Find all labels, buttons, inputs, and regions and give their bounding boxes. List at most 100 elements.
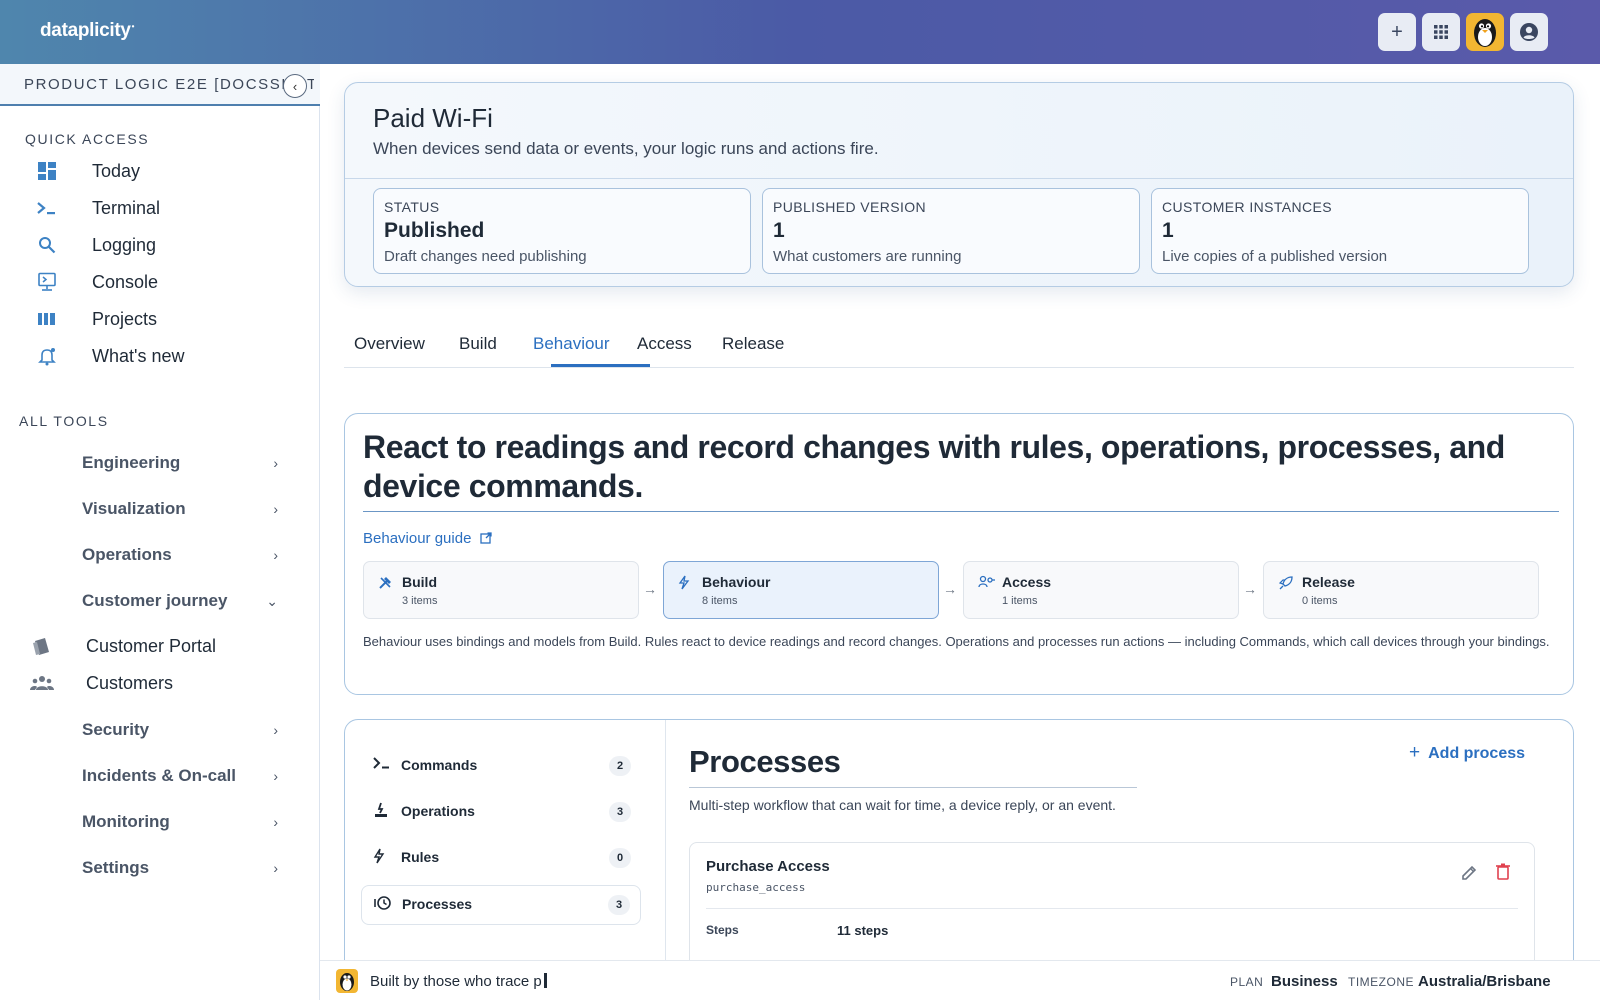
nav-label: Commands	[401, 757, 478, 773]
sidebar-item-console[interactable]: Console	[36, 267, 296, 297]
nav-rules[interactable]: Rules 0	[361, 839, 641, 879]
chevron-right-icon: ›	[273, 455, 278, 471]
step-title: Build	[402, 574, 437, 590]
chevron-right-icon: ›	[273, 768, 278, 784]
step-count: 1 items	[1002, 595, 1038, 607]
sidebar-group-visualization[interactable]: Visualization ›	[82, 494, 282, 524]
process-name: Purchase Access	[706, 858, 830, 875]
stat-description: What customers are running	[773, 248, 962, 265]
sidebar-group-label: Security	[82, 720, 150, 739]
sidebar-item-label: Terminal	[92, 197, 161, 218]
stat-published-version: PUBLISHED VERSION 1 What customers are r…	[762, 188, 1140, 274]
divider	[689, 787, 1137, 788]
add-process-button[interactable]: + Add process	[1409, 742, 1525, 764]
sidebar-item-customer-portal[interactable]: Customer Portal	[30, 631, 290, 661]
collapse-sidebar-button[interactable]: ‹	[283, 74, 307, 98]
step-release[interactable]: Release 0 items	[1263, 561, 1539, 619]
sidebar-group-label: Operations	[82, 545, 172, 564]
org-name: PRODUCT LOGIC E2E [DOCSSHOTS]	[24, 76, 314, 93]
nav-label: Rules	[401, 849, 440, 865]
stat-value: 1	[773, 219, 785, 242]
project-summary-card: Paid Wi-Fi When devices send data or eve…	[344, 82, 1574, 287]
sidebar-item-logging[interactable]: Logging	[36, 230, 296, 260]
step-build[interactable]: Build 3 items	[363, 561, 639, 619]
timezone-value: Australia/Brisbane	[1418, 973, 1551, 990]
guide-note: Behaviour uses bindings and models from …	[363, 634, 1550, 649]
stat-status: STATUS Published Draft changes need publ…	[373, 188, 751, 274]
process-code: purchase_access	[706, 881, 806, 894]
behaviour-guide-link[interactable]: Behaviour guide	[363, 530, 492, 547]
sidebar-group-label: Visualization	[82, 499, 186, 518]
sidebar-item-label: Customers	[86, 672, 174, 693]
org-selector[interactable]: PRODUCT LOGIC E2E [DOCSSHOTS] ‹	[0, 64, 320, 106]
sidebar-group-monitoring[interactable]: Monitoring ›	[82, 807, 282, 837]
bolt-icon	[678, 575, 690, 594]
tab-bar: Overview Build Behaviour Access Release	[344, 326, 1574, 368]
sidebar-group-settings[interactable]: Settings ›	[82, 853, 282, 883]
tab-behaviour[interactable]: Behaviour	[533, 334, 610, 354]
sidebar-item-customers[interactable]: Customers	[30, 668, 290, 698]
nav-commands[interactable]: Commands 2	[361, 747, 641, 787]
apps-button[interactable]	[1422, 13, 1460, 51]
nav-operations[interactable]: Operations 3	[361, 793, 641, 833]
chevron-right-icon: ›	[273, 501, 278, 517]
org-avatar-button[interactable]	[1466, 13, 1504, 51]
dashboard-icon	[36, 160, 58, 182]
operations-icon	[373, 802, 389, 823]
link-label: Behaviour guide	[363, 530, 472, 547]
sidebar-item-whats-new[interactable]: What's new	[36, 341, 296, 371]
active-tab-indicator	[551, 364, 650, 367]
terminal-icon	[36, 197, 58, 219]
tab-access[interactable]: Access	[637, 334, 692, 354]
steps-value: 11 steps	[837, 923, 889, 938]
sidebar-group-label: Settings	[82, 858, 150, 877]
arrow-right-icon: →	[643, 581, 657, 597]
rocket-icon	[1278, 575, 1294, 595]
chevron-right-icon: ›	[273, 722, 278, 738]
divider	[345, 178, 1573, 179]
step-behaviour[interactable]: Behaviour 8 items	[663, 561, 939, 619]
stat-label: CUSTOMER INSTANCES	[1162, 199, 1333, 215]
tab-build[interactable]: Build	[459, 334, 497, 354]
sidebar-item-terminal[interactable]: Terminal	[36, 193, 296, 223]
add-button[interactable]: +	[1378, 13, 1416, 51]
stat-value: Published	[384, 219, 485, 242]
sidebar-group-engineering[interactable]: Engineering ›	[82, 448, 282, 478]
external-link-icon	[479, 532, 492, 544]
count-badge: 3	[609, 802, 631, 822]
account-button[interactable]	[1510, 13, 1548, 51]
divider	[706, 908, 1518, 909]
sidebar-item-label: Logging	[92, 234, 157, 255]
sidebar-group-incidents[interactable]: Incidents & On-call ›	[82, 761, 282, 791]
chevron-left-icon: ‹	[292, 78, 298, 94]
process-card[interactable]: Purchase Access purchase_access Steps 11…	[689, 842, 1535, 978]
nav-label: Processes	[402, 896, 473, 912]
sidebar-group-customer-journey[interactable]: Customer journey ⌄	[82, 586, 282, 616]
footer: Built by those who trace p PLAN Business…	[320, 960, 1600, 1000]
plus-icon: +	[1409, 742, 1421, 763]
behaviour-items-panel: Commands 2 Operations 3 Rules 0 Processe…	[344, 719, 1574, 979]
sidebar-item-today[interactable]: Today	[36, 156, 296, 186]
divider	[665, 720, 666, 978]
chevron-right-icon: ›	[273, 547, 278, 563]
sidebar-group-operations[interactable]: Operations ›	[82, 540, 282, 570]
sidebar-item-label: What's new	[92, 345, 185, 366]
penguin-icon	[336, 969, 358, 993]
steps-label: Steps	[706, 923, 739, 937]
sidebar-item-projects[interactable]: Projects	[36, 304, 296, 334]
edit-icon[interactable]	[1460, 863, 1479, 888]
behaviour-guide-card: React to readings and record changes wit…	[344, 413, 1574, 695]
tab-release[interactable]: Release	[722, 334, 784, 354]
delete-icon[interactable]	[1496, 863, 1510, 880]
processes-description: Multi-step workflow that can wait for ti…	[689, 797, 1116, 813]
chevron-right-icon: ›	[273, 814, 278, 830]
tab-overview[interactable]: Overview	[354, 334, 425, 354]
sidebar-group-security[interactable]: Security ›	[82, 715, 282, 745]
nav-processes[interactable]: Processes 3	[361, 885, 641, 925]
app-logo[interactable]: dataplicity•	[40, 20, 134, 42]
step-access[interactable]: Access 1 items	[963, 561, 1239, 619]
bolt-icon	[373, 848, 385, 869]
history-icon	[374, 895, 392, 916]
penguin-icon	[1474, 19, 1496, 47]
sidebar: PRODUCT LOGIC E2E [DOCSSHOTS] ‹ QUICK AC…	[0, 64, 320, 1000]
